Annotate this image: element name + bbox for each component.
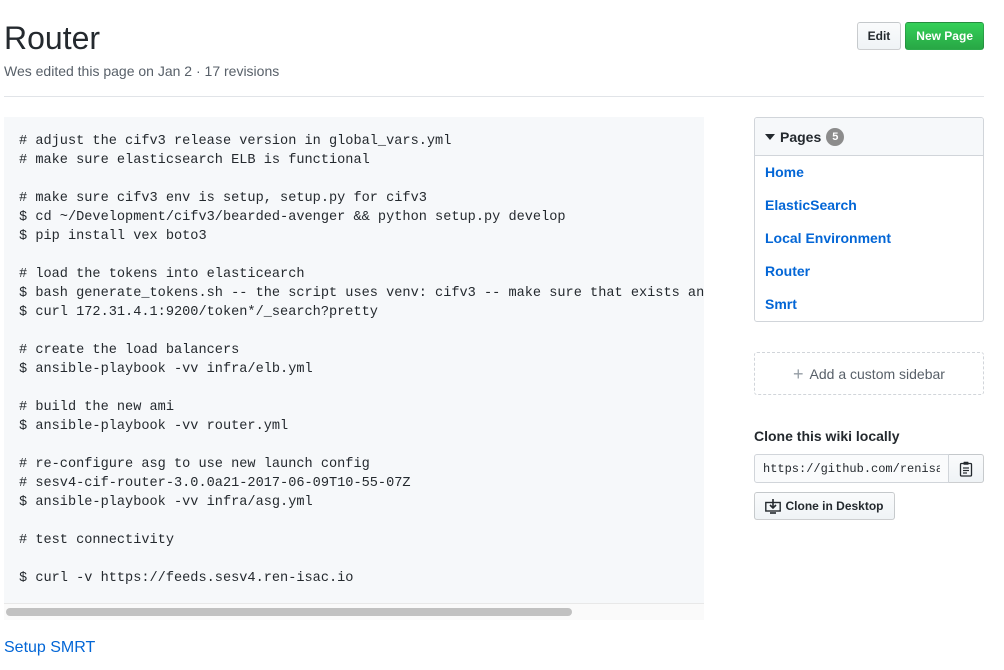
code-line: # test connectivity	[19, 533, 174, 548]
code-line: # make sure cifv3 env is setup, setup.py…	[19, 191, 427, 206]
code-line: $ curl -v https://feeds.sesv4.ren-isac.i…	[19, 571, 354, 586]
list-item: ElasticSearch	[755, 189, 983, 222]
pages-header[interactable]: Pages 5	[755, 118, 983, 156]
clone-wiki-title: Clone this wiki locally	[754, 428, 900, 444]
code-line: $ ansible-playbook -vv infra/asg.yml	[19, 495, 313, 510]
header-divider	[4, 96, 984, 97]
pages-sidebar: Pages 5 Home ElasticSearch Local Environ…	[754, 117, 984, 322]
page-link-smrt[interactable]: Smrt	[765, 296, 797, 312]
list-item: Home	[755, 156, 983, 189]
clone-url-group	[754, 454, 984, 483]
plus-icon: +	[793, 363, 804, 384]
code-line: $ cd ~/Development/cifv3/bearded-avenger…	[19, 210, 566, 225]
code-content: # adjust the cifv3 release version in gl…	[19, 132, 704, 588]
page-title: Router	[4, 20, 101, 56]
page-edit-meta: Wes edited this page on Jan 2 · 17 revis…	[4, 63, 280, 79]
caret-down-icon	[765, 133, 775, 140]
header-actions: Edit New Page	[856, 22, 984, 50]
copy-to-clipboard-button[interactable]	[949, 454, 984, 483]
code-line: # build the new ami	[19, 400, 174, 415]
list-item: Local Environment	[755, 222, 983, 255]
desktop-download-icon	[765, 498, 782, 514]
code-line: # re-configure asg to use new launch con…	[19, 457, 370, 472]
code-line: $ ansible-playbook -vv router.yml	[19, 419, 289, 434]
code-line: # load the tokens into elasticearch	[19, 267, 305, 282]
page-link-local-environment[interactable]: Local Environment	[765, 230, 891, 246]
clone-in-desktop-button[interactable]: Clone in Desktop	[754, 492, 895, 520]
code-line: $ bash generate_tokens.sh -- the script …	[19, 286, 704, 301]
scrollbar-thumb[interactable]	[6, 608, 572, 616]
code-line: # create the load balancers	[19, 343, 240, 358]
clone-url-input[interactable]	[754, 454, 949, 483]
code-line: # sesv4-cif-router-3.0.0a21-2017-06-09T1…	[19, 476, 411, 491]
code-line: # adjust the cifv3 release version in gl…	[19, 134, 452, 149]
code-line: $ ansible-playbook -vv infra/elb.yml	[19, 362, 313, 377]
horizontal-scrollbar[interactable]	[4, 603, 704, 620]
page-link-router[interactable]: Router	[765, 263, 810, 279]
setup-smrt-link[interactable]: Setup SMRT	[4, 638, 95, 658]
code-block[interactable]: # adjust the cifv3 release version in gl…	[4, 117, 704, 620]
add-custom-sidebar-button[interactable]: + Add a custom sidebar	[754, 352, 984, 395]
code-line: $ curl 172.31.4.1:9200/token*/_search?pr…	[19, 305, 378, 320]
list-item: Smrt	[755, 288, 983, 321]
list-item: Router	[755, 255, 983, 288]
code-line: # make sure elasticsearch ELB is functio…	[19, 153, 370, 168]
clone-in-desktop-label: Clone in Desktop	[785, 499, 884, 513]
page-link-home[interactable]: Home	[765, 164, 804, 180]
edit-button[interactable]: Edit	[856, 22, 902, 50]
add-custom-sidebar-label: Add a custom sidebar	[809, 365, 945, 382]
code-line: $ pip install vex boto3	[19, 229, 207, 244]
pages-count-badge: 5	[826, 127, 845, 146]
clipboard-icon	[959, 461, 973, 477]
pages-label: Pages	[780, 128, 822, 145]
page-link-elasticsearch[interactable]: ElasticSearch	[765, 197, 857, 213]
page-list: Home ElasticSearch Local Environment Rou…	[755, 156, 983, 321]
new-page-button[interactable]: New Page	[905, 22, 984, 50]
